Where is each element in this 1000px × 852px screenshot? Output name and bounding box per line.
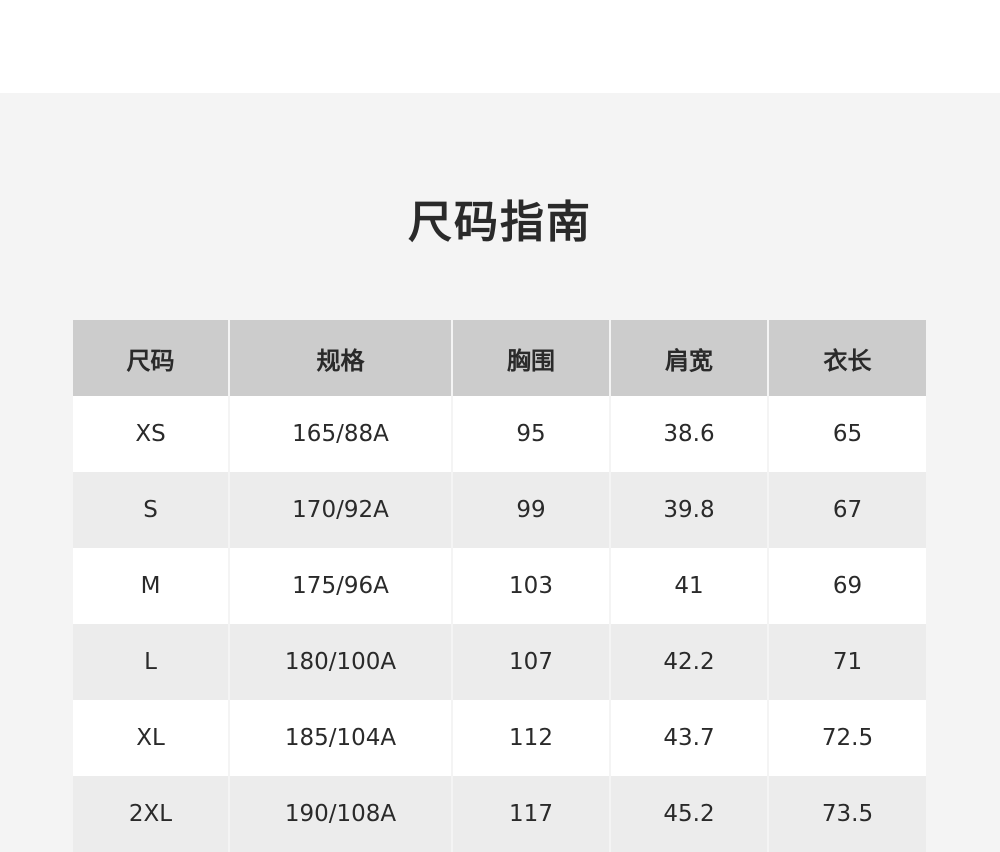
cell-length: 67 [832, 497, 863, 523]
cell-shoulder: 45.2 [610, 776, 769, 852]
header-length: 衣长 [823, 346, 872, 375]
cell-chest: 112 [452, 700, 611, 776]
header-shoulder: 肩宽 [610, 320, 769, 396]
cell-chest: 107 [452, 624, 611, 700]
cell-shoulder: 38.6 [610, 396, 769, 472]
cell-length: 71 [832, 649, 863, 675]
size-table: 尺码 规格 胸围 肩宽 衣长 XS 165/88A 95 38.6 65 S 1… [73, 320, 926, 852]
table-row: S 170/92A 99 39.8 67 [73, 472, 926, 548]
header-size: 尺码 [73, 320, 230, 396]
cell-size: XL [73, 700, 230, 776]
cell-length: 65 [832, 421, 863, 447]
cell-spec: 180/100A [229, 624, 453, 700]
cell-shoulder: 41 [610, 548, 769, 624]
cell-length: 69 [832, 573, 863, 599]
cell-size: M [73, 548, 230, 624]
table-row: XL 185/104A 112 43.7 72.5 [73, 700, 926, 776]
cell-shoulder: 43.7 [610, 700, 769, 776]
cell-size: XS [73, 396, 230, 472]
page-title: 尺码指南 [408, 197, 592, 248]
header-chest: 胸围 [452, 320, 611, 396]
table-row: XS 165/88A 95 38.6 65 [73, 396, 926, 472]
header-spec: 规格 [229, 320, 453, 396]
table-row: 2XL 190/108A 117 45.2 73.5 [73, 776, 926, 852]
cell-chest: 95 [452, 396, 611, 472]
cell-spec: 185/104A [229, 700, 453, 776]
table-header-row: 尺码 规格 胸围 肩宽 衣长 [73, 320, 926, 396]
cell-spec: 170/92A [229, 472, 453, 548]
cell-spec: 175/96A [229, 548, 453, 624]
top-band [0, 0, 1000, 93]
cell-shoulder: 39.8 [610, 472, 769, 548]
cell-chest: 117 [452, 776, 611, 852]
cell-size: 2XL [73, 776, 230, 852]
cell-spec: 190/108A [229, 776, 453, 852]
cell-shoulder: 42.2 [610, 624, 769, 700]
cell-size: L [73, 624, 230, 700]
table-row: L 180/100A 107 42.2 71 [73, 624, 926, 700]
cell-spec: 165/88A [229, 396, 453, 472]
cell-size: S [73, 472, 230, 548]
cell-length: 73.5 [821, 801, 874, 827]
cell-chest: 99 [452, 472, 611, 548]
table-row: M 175/96A 103 41 69 [73, 548, 926, 624]
cell-length: 72.5 [821, 725, 874, 751]
cell-chest: 103 [452, 548, 611, 624]
